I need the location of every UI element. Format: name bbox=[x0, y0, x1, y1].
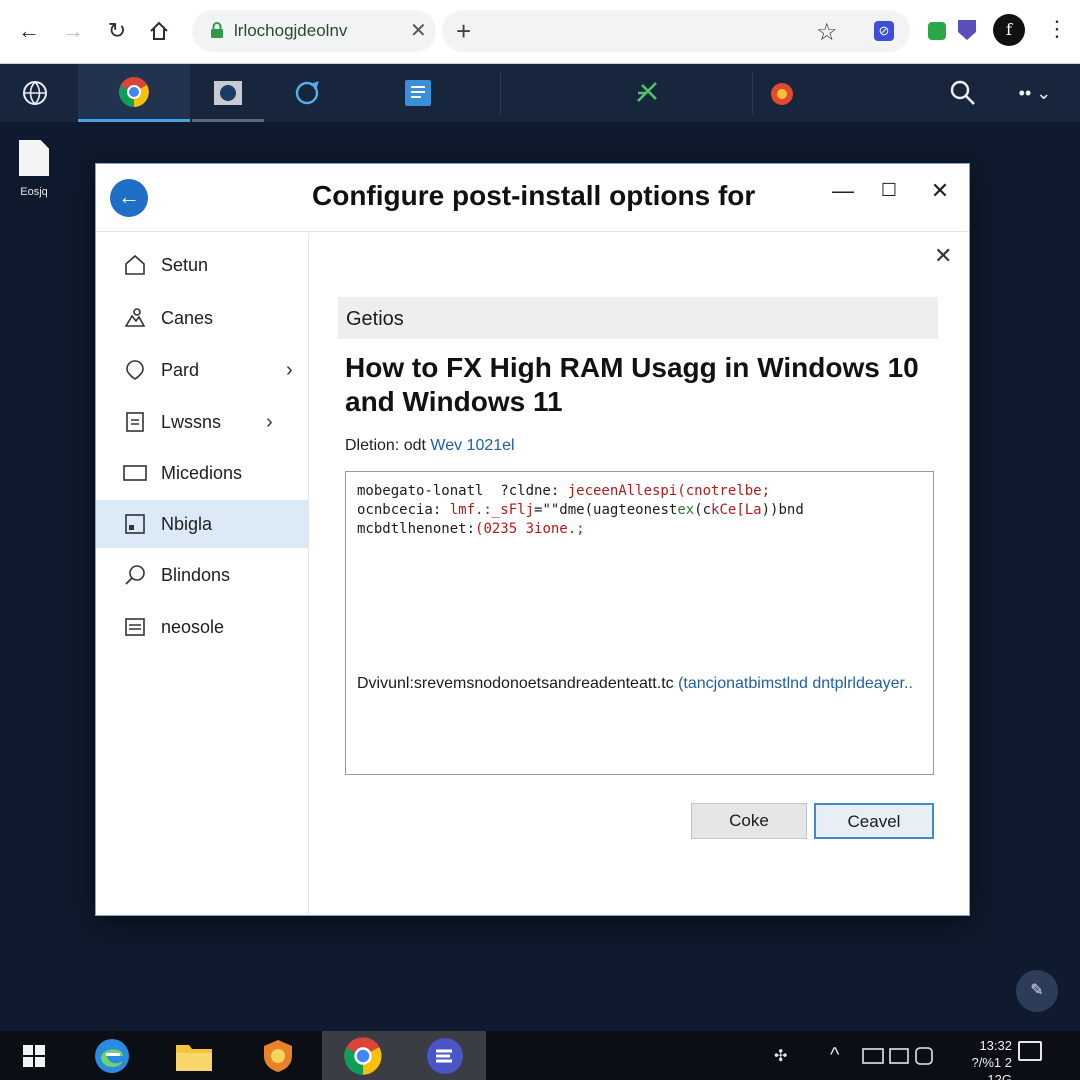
pin-icon bbox=[123, 358, 147, 382]
sidebar-item-label: Setun bbox=[161, 254, 209, 275]
reload-icon[interactable]: ↻ bbox=[100, 14, 134, 48]
meta-link[interactable]: Wev 1021el bbox=[430, 437, 514, 454]
clock-time: 13:32 bbox=[979, 1038, 1012, 1053]
sidebar-item-micedions[interactable]: Micedions bbox=[96, 449, 309, 497]
sidebar-item-canes[interactable]: Canes bbox=[96, 294, 309, 342]
clock-date: ?/%1 2 12G bbox=[971, 1055, 1012, 1080]
tab-close-icon[interactable]: ✕ bbox=[410, 18, 427, 43]
close-icon[interactable]: ✕ bbox=[934, 243, 952, 269]
security-app-icon[interactable] bbox=[252, 1031, 304, 1080]
app-icon bbox=[123, 512, 147, 536]
sidebar-item-setun[interactable]: Setun bbox=[96, 241, 309, 289]
game-app-icon[interactable] bbox=[758, 64, 808, 122]
list-icon bbox=[123, 615, 147, 639]
taskbar: ✣ ^ 13:32 ?/%1 2 12G bbox=[0, 1031, 1080, 1080]
document-icon bbox=[123, 410, 147, 434]
globe-icon[interactable] bbox=[0, 64, 70, 122]
home-icon[interactable] bbox=[142, 14, 176, 48]
dialog-sidebar: Setun Canes Pard › Lwssns › Micedions Nb… bbox=[96, 233, 309, 915]
sidebar-item-label: Canes bbox=[161, 307, 214, 328]
system-clock[interactable]: 13:32 ?/%1 2 12G bbox=[968, 1037, 1012, 1080]
sidebar-item-nbigla[interactable]: Nbigla bbox=[96, 500, 309, 548]
bookmark-star-icon[interactable]: ☆ bbox=[816, 18, 838, 47]
more-options-icon[interactable]: •• ⌄ bbox=[1010, 64, 1060, 122]
lock-icon bbox=[211, 22, 223, 38]
extension-icon[interactable]: ⊘ bbox=[874, 21, 894, 41]
minimize-button[interactable]: — bbox=[828, 178, 858, 204]
edge-browser-icon[interactable] bbox=[84, 1031, 140, 1080]
ceavel-button[interactable]: Ceavel bbox=[814, 803, 934, 839]
sidebar-item-label: Nbigla bbox=[161, 513, 213, 534]
sidebar-item-blindons[interactable]: Blindons bbox=[96, 551, 309, 599]
dialog-title: Configure post-install options for bbox=[312, 180, 756, 211]
search-bar[interactable]: + ☆ ⊘ bbox=[442, 10, 910, 52]
notification-icon[interactable] bbox=[1018, 1041, 1042, 1061]
search-icon bbox=[123, 563, 147, 587]
chrome-icon[interactable] bbox=[78, 64, 190, 122]
new-tab-button[interactable]: + bbox=[456, 16, 471, 47]
chevron-right-icon: › bbox=[266, 410, 273, 433]
chevron-right-icon: › bbox=[286, 358, 293, 381]
code-line-2: ocnbcecia: lmf.:_sFlj=""dme(uagteonestex… bbox=[357, 502, 804, 518]
sidebar-item-label: Pard bbox=[161, 359, 200, 380]
back-arrow-icon[interactable]: ← bbox=[110, 179, 148, 217]
code-line-1: mobegato-lonatl ?cldne: jeceenAllespi(cn… bbox=[357, 483, 771, 499]
sidebar-item-lwssns[interactable]: Lwssns › bbox=[96, 398, 309, 446]
sidebar-item-pard[interactable]: Pard › bbox=[96, 346, 309, 394]
profile-avatar[interactable]: f bbox=[993, 14, 1025, 46]
tools-app-icon[interactable] bbox=[620, 64, 676, 122]
file-icon bbox=[19, 140, 49, 176]
sidebar-item-label: Blindons bbox=[161, 564, 231, 585]
dialog-content: ✕ Getios How to FX High RAM Usagg in Win… bbox=[310, 233, 969, 915]
sidebar-item-neosole[interactable]: neosole bbox=[96, 603, 309, 651]
note-text: Dvivunl:srevemsnodonoetsandreadenteatt.t… bbox=[357, 675, 674, 692]
configure-dialog: ← Configure post-install options for — ☐… bbox=[95, 163, 970, 916]
tray-icons[interactable] bbox=[862, 1031, 940, 1080]
home-icon bbox=[123, 253, 147, 277]
edit-icon[interactable]: ✎ bbox=[1016, 970, 1058, 1012]
note-link[interactable]: (tancjonatbimstlnd dntplrldeayer.. bbox=[678, 675, 913, 692]
code-block: mobegato-lonatl ?cldne: jeceenAllespi(cn… bbox=[357, 482, 804, 539]
desktop-file-icon[interactable]: Eosjq bbox=[14, 140, 54, 198]
menu-kebab-icon[interactable]: ⋮ bbox=[1046, 16, 1068, 42]
camera-app-icon[interactable] bbox=[192, 64, 264, 122]
file-explorer-icon[interactable] bbox=[168, 1031, 220, 1080]
desktop-file-label: Eosjq bbox=[20, 186, 48, 198]
app-taskbar-icon[interactable] bbox=[404, 1031, 486, 1080]
article-meta: Dletion: odt Wev 1021el bbox=[345, 437, 515, 455]
address-bar[interactable]: lrlochogjdeolnv ✕ bbox=[192, 10, 436, 52]
forward-arrow-icon[interactable]: → bbox=[56, 14, 90, 48]
section-header: Getios bbox=[338, 297, 938, 339]
window-icon bbox=[123, 461, 147, 485]
extension-green-icon[interactable] bbox=[928, 22, 946, 40]
windows-start-icon[interactable] bbox=[14, 1031, 54, 1080]
dialog-header: ← Configure post-install options for — ☐… bbox=[96, 164, 969, 232]
close-button[interactable]: ✕ bbox=[925, 178, 955, 204]
code-line-3: mcbdtlhenonet:(0235 3ione.; bbox=[357, 521, 585, 537]
sidebar-item-label: Lwssns bbox=[161, 411, 222, 432]
app-toolbar: •• ⌄ bbox=[0, 64, 1080, 122]
chrome-taskbar-icon[interactable] bbox=[322, 1031, 404, 1080]
refresh-app-icon[interactable] bbox=[278, 64, 336, 122]
maximize-button[interactable]: ☐ bbox=[874, 180, 904, 201]
coke-button[interactable]: Coke bbox=[691, 803, 807, 839]
sidebar-item-label: neosole bbox=[161, 616, 225, 637]
meta-label: Dletion: odt bbox=[345, 437, 426, 454]
search-icon[interactable] bbox=[938, 64, 988, 122]
url-text: lrlochogjdeolnv bbox=[234, 21, 348, 40]
notes-app-icon[interactable] bbox=[390, 64, 446, 122]
network-icon[interactable]: ✣ bbox=[774, 1031, 787, 1080]
code-box[interactable]: mobegato-lonatl ?cldne: jeceenAllespi(cn… bbox=[345, 471, 934, 775]
extension-shield-icon[interactable] bbox=[958, 20, 976, 40]
people-icon bbox=[123, 306, 147, 330]
sidebar-item-label: Micedions bbox=[161, 462, 243, 483]
browser-toolbar: ← → ↻ lrlochogjdeolnv ✕ + ☆ ⊘ f ⋮ bbox=[0, 0, 1080, 64]
chevron-up-icon[interactable]: ^ bbox=[830, 1031, 839, 1080]
article-title: How to FX High RAM Usagg in Windows 10 a… bbox=[345, 352, 919, 417]
back-arrow-icon[interactable]: ← bbox=[12, 14, 46, 48]
code-note: Dvivunl:srevemsnodonoetsandreadenteatt.t… bbox=[357, 674, 917, 693]
